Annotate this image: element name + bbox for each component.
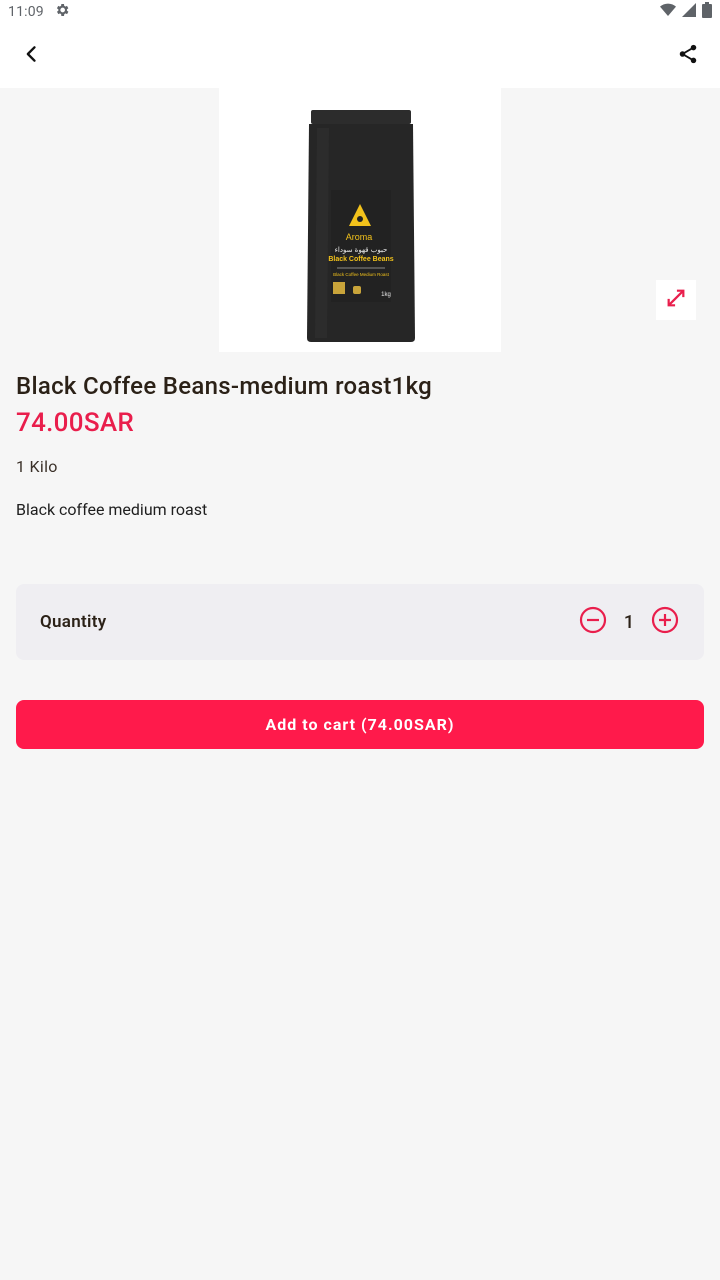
share-button[interactable]: [664, 32, 712, 80]
product-size: 1 Kilo: [16, 457, 58, 476]
back-button[interactable]: [8, 32, 56, 80]
product-image-area: Aroma حبوب قهوة سوداء Black Coffee Beans…: [0, 88, 720, 352]
quantity-stepper: 1: [578, 606, 680, 638]
product-description: Black coffee medium roast: [16, 500, 208, 519]
package-english-name: Black Coffee Beans: [328, 256, 393, 263]
plus-circle-icon: [651, 606, 679, 638]
add-to-cart-button[interactable]: Add to cart (74.00SAR): [16, 700, 704, 749]
chevron-left-icon: [22, 44, 42, 68]
quantity-card: Quantity 1: [16, 584, 704, 660]
status-icons: [660, 2, 712, 22]
battery-icon: [702, 2, 712, 22]
expand-icon: [665, 287, 687, 313]
signal-icon: [682, 3, 696, 21]
minus-circle-icon: [579, 606, 607, 638]
status-bar: 11:09: [0, 0, 720, 24]
product-title: Black Coffee Beans-medium roast1kg: [16, 372, 433, 400]
package-weight: 1kg: [381, 292, 391, 298]
product-price: 74.00SAR: [16, 408, 135, 438]
decrease-quantity-button[interactable]: [578, 606, 608, 638]
status-time: 11:09: [8, 4, 44, 20]
settings-icon: [54, 2, 70, 22]
increase-quantity-button[interactable]: [650, 606, 680, 638]
quantity-label: Quantity: [40, 612, 107, 632]
wifi-icon: [660, 3, 676, 21]
quantity-value: 1: [623, 611, 635, 633]
package-brand: Aroma: [346, 232, 373, 242]
coffee-bag-illustration: Aroma حبوب قهوة سوداء Black Coffee Beans…: [307, 110, 415, 342]
app-bar: [0, 24, 720, 88]
expand-image-button[interactable]: [656, 280, 696, 320]
product-image[interactable]: Aroma حبوب قهوة سوداء Black Coffee Beans…: [219, 88, 501, 352]
package-subtitle: Black Coffee Medium Roast: [333, 272, 389, 277]
share-icon: [677, 43, 699, 69]
package-arabic-name: حبوب قهوة سوداء: [335, 246, 388, 254]
